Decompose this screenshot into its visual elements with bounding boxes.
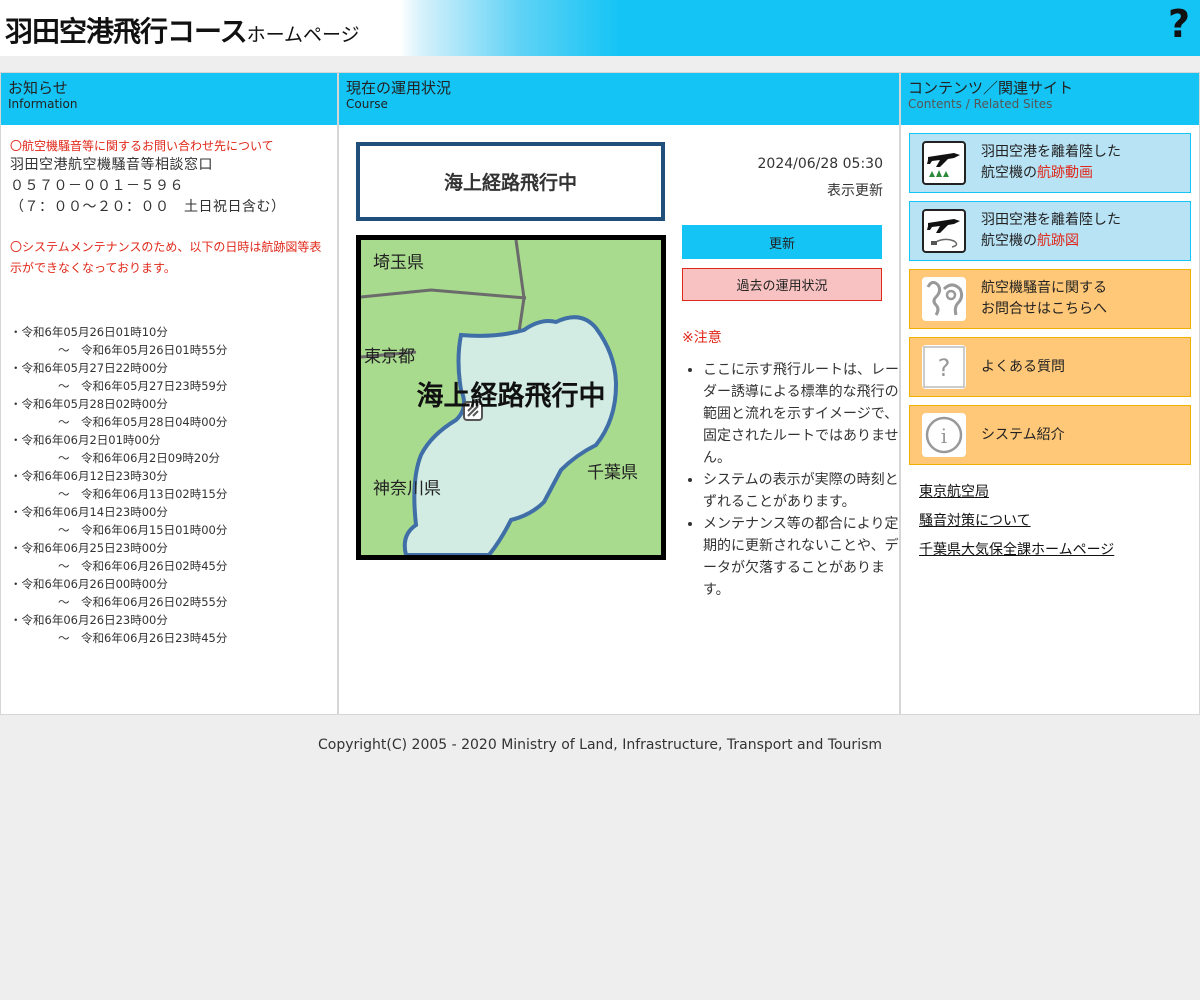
track-video-button[interactable]: 羽田空港を離着陸した 航空機の航跡動画 [909, 133, 1191, 193]
maintenance-notice: 〇システムメンテナンスのため、以下の日時は航跡図等表示ができなくなっております。 [10, 240, 322, 275]
route-map[interactable]: 埼玉県 東京都 神奈川県 千葉県 海上経路飛行中 [356, 235, 666, 560]
maintenance-schedule: ・令和6年05月26日01時10分～ 令和6年05月26日01時55分 ・令和6… [10, 323, 328, 647]
help-icon[interactable]: ? [1168, 2, 1190, 46]
schedule-item: ・令和6年05月26日01時10分～ 令和6年05月26日01時55分 [10, 325, 228, 357]
site-title-sub: ホームページ [246, 24, 360, 46]
timestamp-block: 2024/06/28 05:30 表示更新 [758, 151, 884, 205]
contact-hours: （７：００～２０：００ 土日祝日含む） [10, 199, 286, 215]
schedule-item: ・令和6年05月27日22時00分～ 令和6年05月27日23時59分 [10, 361, 228, 393]
course-panel-header: 現在の運用状況 Course [339, 73, 899, 125]
site-title[interactable]: 羽田空港飛行コースホームページ [5, 10, 360, 50]
inquiry-notice: 〇航空機騒音等に関するお問い合わせ先について [10, 139, 274, 153]
question-icon: ? [922, 345, 966, 389]
status-box: 海上経路飛行中 [356, 142, 665, 221]
caution-title: ※注意 [682, 330, 722, 346]
contact-name: 羽田空港航空機騒音等相談窓口 [10, 157, 213, 173]
ear-icon [922, 277, 966, 321]
schedule-item: ・令和6年05月28日02時00分～ 令和6年05月28日04時00分 [10, 397, 228, 429]
contents-heading-en: Contents / Related Sites [908, 97, 1053, 111]
system-intro-button[interactable]: i システム紹介 [909, 405, 1191, 465]
info-heading: お知らせ [8, 79, 68, 97]
schedule-item: ・令和6年06月26日23時00分～ 令和6年06月26日23時45分 [10, 613, 228, 645]
update-button[interactable]: 更新 [682, 225, 882, 259]
link-noise-countermeasures[interactable]: 騒音対策について [919, 510, 1031, 530]
caution-item: メンテナンス等の都合により定期的に更新されないことや、データが欠落することがあり… [703, 513, 903, 601]
contents-panel: コンテンツ／関連サイト Contents / Related Sites 羽田空… [900, 72, 1200, 715]
update-timestamp: 2024/06/28 05:30 [757, 156, 884, 172]
update-label: 表示更新 [827, 183, 883, 199]
schedule-item: ・令和6年06月26日00時00分～ 令和6年06月26日02時55分 [10, 577, 228, 609]
course-heading-en: Course [346, 97, 388, 111]
map-status-overlay: 海上経路飛行中 [416, 381, 606, 412]
site-title-main: 羽田空港飛行コース [5, 15, 248, 48]
svg-text:?: ? [938, 354, 951, 382]
footer-copyright: Copyright(C) 2005 - 2020 Ministry of Lan… [317, 737, 883, 753]
caution-list: ここに示す飛行ルートは、レーダー誘導による標準的な飛行の範囲と流れを示すイメージ… [682, 359, 903, 601]
schedule-item: ・令和6年06月2日01時00分～ 令和6年06月2日09時20分 [10, 433, 221, 465]
contents-heading: コンテンツ／関連サイト [908, 79, 1074, 97]
course-panel: 現在の運用状況 Course 海上経路飛行中 埼玉県 東京都 神奈川県 千葉県 … [338, 72, 900, 715]
schedule-item: ・令和6年06月12日23時30分～ 令和6年06月13日02時15分 [10, 469, 228, 501]
info-panel-header: お知らせ Information [1, 73, 337, 125]
info-heading-en: Information [8, 97, 78, 111]
contents-panel-header: コンテンツ／関連サイト Contents / Related Sites [901, 73, 1199, 125]
svg-text:i: i [941, 424, 947, 448]
link-chiba-air-quality[interactable]: 千葉県大気保全課ホームページ [919, 539, 1114, 559]
map-label-tokyo: 東京都 [364, 347, 415, 367]
map-label-chiba: 千葉県 [587, 463, 638, 483]
contact-phone: ０５７０－００１－５９６ [10, 178, 184, 194]
airplane-video-icon [922, 141, 966, 185]
map-label-saitama: 埼玉県 [373, 253, 424, 273]
faq-button[interactable]: ? よくある質問 [909, 337, 1191, 397]
past-status-button[interactable]: 過去の運用状況 [682, 268, 882, 301]
track-map-button[interactable]: 羽田空港を離着陸した 航空機の航跡図 [909, 201, 1191, 261]
map-label-kanagawa: 神奈川県 [373, 479, 441, 499]
site-header: 羽田空港飛行コースホームページ ? [0, 0, 1200, 56]
airplane-map-icon [922, 209, 966, 253]
schedule-item: ・令和6年06月25日23時00分～ 令和6年06月26日02時45分 [10, 541, 228, 573]
schedule-item: ・令和6年06月14日23時00分～ 令和6年06月15日01時00分 [10, 505, 228, 537]
info-panel: お知らせ Information 〇航空機騒音等に関するお問い合わせ先について … [0, 72, 338, 715]
course-heading: 現在の運用状況 [346, 79, 452, 97]
info-icon: i [922, 413, 966, 457]
link-tokyo-aviation-bureau[interactable]: 東京航空局 [919, 481, 989, 501]
caution-item: システムの表示が実際の時刻とずれることがあります。 [703, 469, 903, 513]
info-body: 〇航空機騒音等に関するお問い合わせ先について 羽田空港航空機騒音等相談窓口 ０５… [1, 125, 337, 659]
caution-item: ここに示す飛行ルートは、レーダー誘導による標準的な飛行の範囲と流れを示すイメージ… [703, 359, 903, 469]
noise-inquiry-button[interactable]: 航空機騒音に関する お問合せはこちらへ [909, 269, 1191, 329]
